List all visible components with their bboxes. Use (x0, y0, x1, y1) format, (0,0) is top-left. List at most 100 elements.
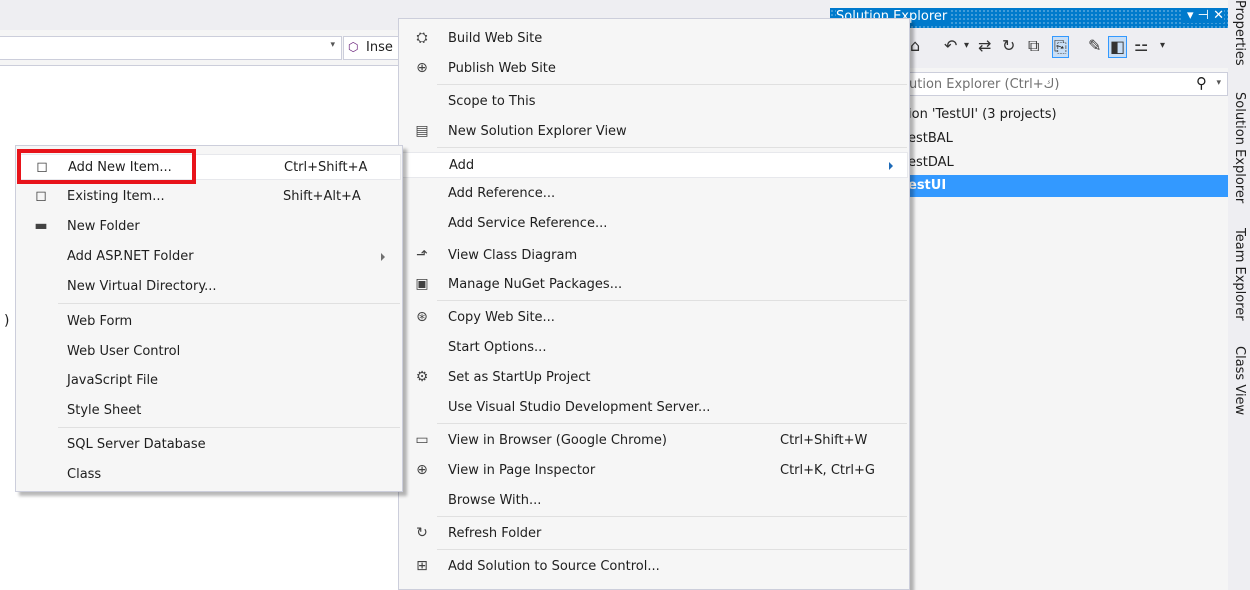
menu-separator (437, 516, 907, 517)
menu-item-view-in-page-inspector[interactable]: ⊕ View in Page Inspector Ctrl+K, Ctrl+G (400, 458, 908, 484)
menu-item-use-dev-server[interactable]: Use Visual Studio Development Server... (400, 395, 908, 421)
menu-separator (58, 427, 400, 428)
search-icon[interactable]: ⚲ (1196, 74, 1207, 92)
tree-item-label: estUI (908, 178, 947, 193)
menu-separator (437, 423, 907, 424)
menu-item-style-sheet[interactable]: Style Sheet (17, 398, 401, 424)
page-inspector-icon: ⊕ (416, 462, 428, 478)
build-icon: ⛭ (416, 30, 428, 46)
menu-item-shortcut: Ctrl+Shift+A (284, 160, 368, 175)
menu-item-label: JavaScript File (67, 373, 159, 388)
menu-item-label: Refresh Folder (448, 526, 542, 541)
annotation-highlight-box (17, 149, 196, 184)
menu-item-add-aspnet-folder[interactable]: Add ASP.NET Folder (17, 244, 401, 270)
menu-item-label: Existing Item... (67, 189, 165, 204)
menu-item-label: Class (67, 467, 102, 482)
menu-item-add[interactable]: Add (400, 152, 908, 178)
submenu-arrow-icon (381, 253, 385, 261)
menu-item-label: SQL Server Database (67, 437, 206, 452)
menu-item-web-user-control[interactable]: Web User Control (17, 339, 401, 365)
menu-item-browse-with[interactable]: Browse With... (400, 488, 908, 514)
menu-item-view-class-diagram[interactable]: ⬏ View Class Diagram (400, 243, 908, 269)
sync-icon[interactable]: ⇄ (978, 36, 991, 56)
menu-item-shortcut: Shift+Alt+A (283, 189, 361, 204)
menu-separator (437, 300, 907, 301)
menu-item-label: Add Service Reference... (448, 216, 608, 231)
refresh-icon: ↻ (416, 525, 428, 541)
new-folder-icon: ▬ (34, 218, 48, 234)
menu-item-label: Set as StartUp Project (448, 370, 591, 385)
menu-item-label: Use Visual Studio Development Server... (448, 400, 711, 415)
menu-separator (437, 84, 907, 85)
menu-item-label: Scope to This (448, 94, 536, 109)
menu-item-build-web-site[interactable]: ⛭ Build Web Site (400, 26, 908, 52)
chevron-down-icon[interactable]: ▾ (330, 40, 335, 50)
properties-wrench-icon[interactable]: ✎ (1088, 36, 1101, 56)
menu-item-new-folder[interactable]: ▬ New Folder (17, 214, 401, 240)
publish-icon: ⊕ (416, 60, 428, 76)
chevron-down-icon[interactable]: ▾ (1216, 78, 1221, 88)
preview-selected-icon[interactable]: ◧ (1108, 36, 1128, 58)
gear-icon: ⚙ (415, 369, 429, 385)
back-forward-icon[interactable]: ↶ (944, 36, 957, 56)
show-all-files-icon[interactable]: ⎘ (1052, 36, 1069, 58)
member-combo-text: Inse (366, 40, 393, 55)
tree-item-label: estDAL (908, 155, 954, 170)
panel-window-controls[interactable]: ▾ ⊣ ✕ (1182, 8, 1224, 23)
menu-item-class[interactable]: Class (17, 462, 401, 488)
source-control-icon: ⊞ (416, 558, 428, 574)
member-combo[interactable]: ⬡ Inse (343, 36, 403, 60)
menu-item-manage-nuget-packages[interactable]: ▣ Manage NuGet Packages... (400, 272, 908, 298)
menu-item-shortcut: Ctrl+Shift+W (780, 433, 868, 448)
refresh-icon[interactable]: ↻ (1002, 36, 1015, 56)
menu-item-label: Add Solution to Source Control... (448, 559, 660, 574)
new-view-icon: ▤ (415, 123, 429, 139)
project-context-menu: ⛭ Build Web Site ⊕ Publish Web Site Scop… (398, 18, 910, 590)
menu-item-view-in-browser[interactable]: ▭ View in Browser (Google Chrome) Ctrl+S… (400, 428, 908, 454)
menu-item-label: View in Page Inspector (448, 463, 596, 478)
menu-item-scope-to-this[interactable]: Scope to This (400, 89, 908, 115)
menu-item-label: Copy Web Site... (448, 310, 555, 325)
menu-item-label: Web User Control (67, 344, 181, 359)
editor-code-fragment: ) (4, 313, 10, 329)
menu-item-existing-item[interactable]: ◻ Existing Item... Shift+Alt+A (17, 184, 401, 210)
class-diagram-icon: ⬏ (416, 247, 428, 263)
menu-item-new-virtual-directory[interactable]: New Virtual Directory... (17, 274, 401, 300)
menu-item-set-as-startup-project[interactable]: ⚙ Set as StartUp Project (400, 365, 908, 391)
menu-separator (437, 549, 907, 550)
collapse-all-icon[interactable]: ⧉ (1028, 36, 1039, 56)
menu-separator (58, 303, 400, 304)
home-icon[interactable]: ⌂ (910, 36, 920, 56)
menu-item-label: View Class Diagram (448, 248, 578, 263)
menu-item-start-options[interactable]: Start Options... (400, 335, 908, 361)
tab-team-explorer[interactable]: Team Explorer (1230, 228, 1248, 321)
menu-item-add-solution-to-source-control[interactable]: ⊞ Add Solution to Source Control... (400, 554, 908, 580)
tree-item-label: ion 'TestUI' (3 projects) (908, 107, 1057, 122)
menu-item-sql-server-database[interactable]: SQL Server Database (17, 432, 401, 458)
tab-class-view[interactable]: Class View (1230, 346, 1248, 415)
submenu-arrow-icon (889, 162, 893, 170)
menu-item-label: View in Browser (Google Chrome) (448, 433, 667, 448)
menu-item-publish-web-site[interactable]: ⊕ Publish Web Site (400, 56, 908, 82)
menu-item-copy-web-site[interactable]: ⊛ Copy Web Site... (400, 305, 908, 331)
existing-item-icon: ◻ (35, 188, 47, 204)
tab-properties[interactable]: Properties (1230, 0, 1248, 66)
menu-item-refresh-folder[interactable]: ↻ Refresh Folder (400, 521, 908, 547)
menu-item-label: Start Options... (448, 340, 547, 355)
menu-item-add-reference[interactable]: Add Reference... (400, 181, 908, 207)
menu-item-add-service-reference[interactable]: Add Service Reference... (400, 211, 908, 237)
menu-item-javascript-file[interactable]: JavaScript File (17, 368, 401, 394)
menu-item-web-form[interactable]: Web Form (17, 309, 401, 335)
navigation-combo[interactable]: ▾ (0, 36, 342, 60)
menu-item-label: New Solution Explorer View (448, 124, 627, 139)
tab-solution-explorer[interactable]: Solution Explorer (1230, 92, 1248, 203)
side-tab-strip: Properties Solution Explorer Team Explor… (1228, 0, 1250, 590)
chevron-down-icon[interactable]: ▾ (1160, 36, 1165, 56)
menu-item-new-solution-explorer-view[interactable]: ▤ New Solution Explorer View (400, 119, 908, 145)
view-class-diagram-icon[interactable]: ⚍ (1134, 36, 1148, 56)
copy-web-icon: ⊛ (416, 309, 428, 325)
chevron-down-icon[interactable]: ▾ (964, 36, 969, 56)
member-icon: ⬡ (348, 40, 359, 54)
menu-item-label: Style Sheet (67, 403, 142, 418)
menu-item-label: Add ASP.NET Folder (67, 249, 194, 264)
